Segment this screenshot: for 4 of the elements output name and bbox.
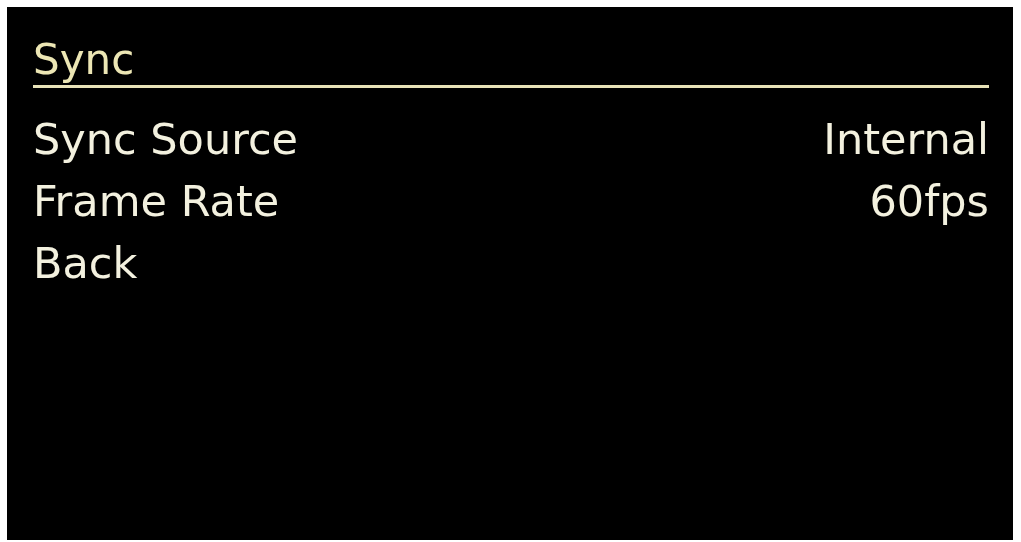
menu-title: Sync	[33, 35, 135, 85]
menu-item[interactable]: Back	[33, 232, 989, 294]
menu-item[interactable]: Sync Source Internal	[33, 108, 989, 170]
menu-item[interactable]: Frame Rate 60fps	[33, 170, 989, 232]
